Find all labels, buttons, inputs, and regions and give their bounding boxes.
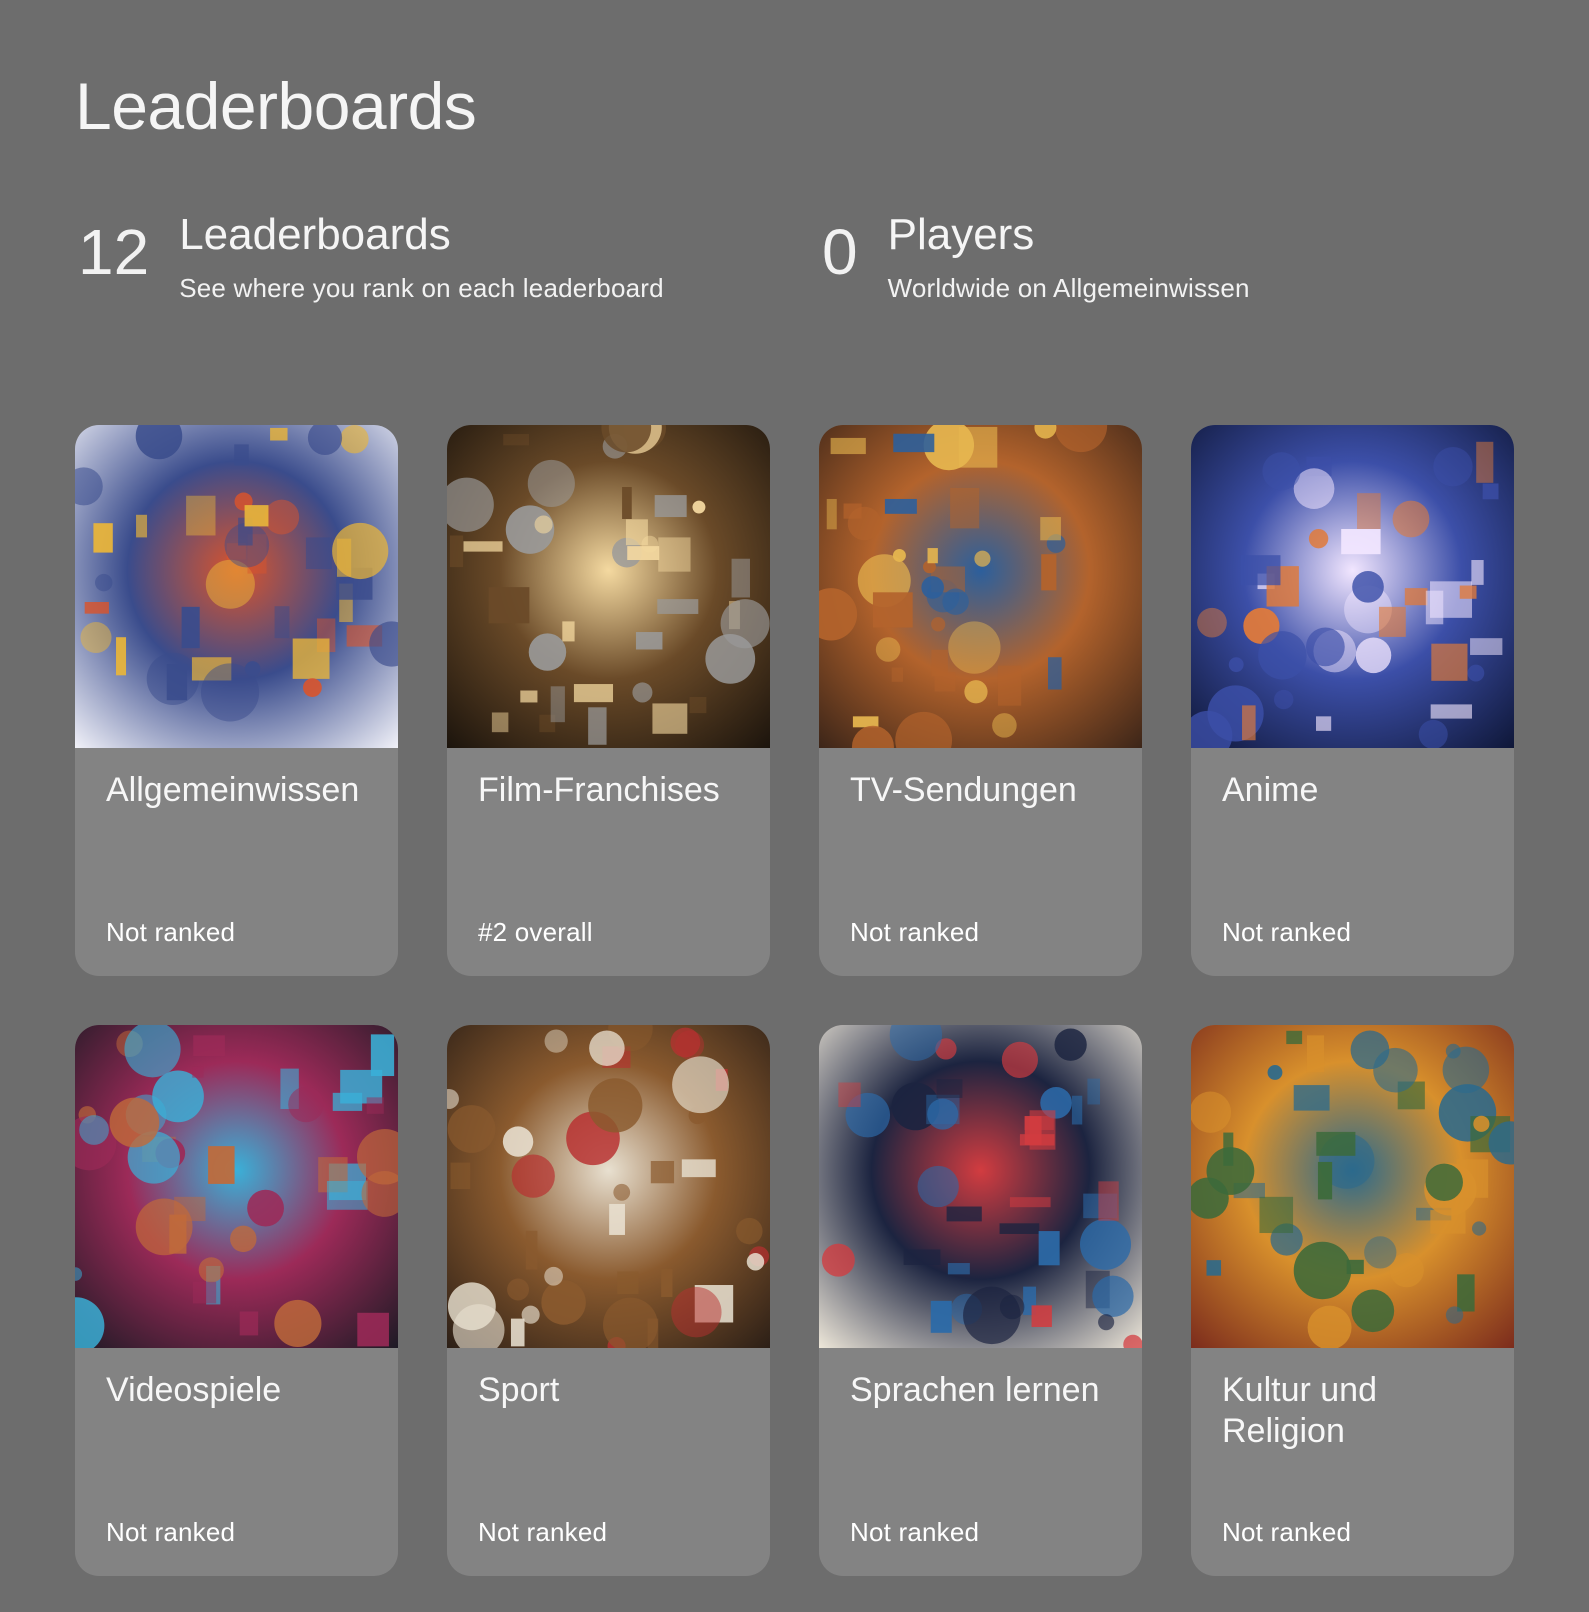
card-rank: Not ranked <box>478 1517 608 1547</box>
card-title: TV-Sendungen <box>850 771 1077 809</box>
page-title: Leaderboards <box>75 69 477 143</box>
card-rank: Not ranked <box>106 917 236 947</box>
anime-characters-image <box>1191 425 1514 748</box>
leaderboard-card-sprachen-lernen[interactable]: Sprachen lernen Not ranked <box>819 1025 1142 1576</box>
card-title: Sport <box>478 1371 560 1409</box>
leaderboard-card-kultur-und-religion[interactable]: Kultur und Religion Not ranked <box>1191 1025 1514 1576</box>
leaderboard-card-allgemeinwissen[interactable]: Allgemeinwissen Not ranked <box>75 425 398 976</box>
culture-religion-mosaic-image <box>1191 1025 1514 1348</box>
leaderboard-card-tv-sendungen[interactable]: TV-Sendungen Not ranked <box>819 425 1142 976</box>
leaderboard-grid: Allgemeinwissen Not ranked Film-Franchis… <box>75 425 1514 1576</box>
card-title: Sprachen lernen <box>850 1371 1100 1409</box>
leaderboards-stat-text: Leaderboards See where you rank on each … <box>179 210 664 304</box>
card-title: Anime <box>1222 771 1319 809</box>
sports-equipment-stadium-image <box>447 1025 770 1348</box>
general-knowledge-collage-image <box>75 425 398 748</box>
leaderboard-card-film-franchises[interactable]: Film-Franchises #2 overall <box>447 425 770 976</box>
gamer-setup-image <box>75 1025 398 1348</box>
film-reels-clapperboard-image <box>447 425 770 748</box>
leaderboard-card-videospiele[interactable]: Videospiele Not ranked <box>75 1025 398 1576</box>
leaderboards-stat-subtitle: See where you rank on each leaderboard <box>179 273 664 303</box>
leaderboards-count: 12 <box>78 216 150 288</box>
players-count: 0 <box>822 216 858 288</box>
leaderboards-stat-label: Leaderboards <box>179 210 451 259</box>
card-title: Film-Franchises <box>478 771 720 809</box>
leaderboard-card-sport[interactable]: Sport Not ranked <box>447 1025 770 1576</box>
language-globe-image <box>819 1025 1142 1348</box>
players-stat-subtitle: Worldwide on Allgemeinwissen <box>887 273 1250 303</box>
card-rank: Not ranked <box>850 1517 980 1547</box>
card-title: Allgemeinwissen <box>106 771 360 809</box>
card-rank: Not ranked <box>1222 1517 1352 1547</box>
players-stat-text: Players Worldwide on Allgemeinwissen <box>888 210 1250 304</box>
players-stat-label: Players <box>887 210 1035 259</box>
card-rank: Not ranked <box>1222 917 1352 947</box>
tv-living-room-image <box>819 425 1142 748</box>
card-title: Kultur und Religion <box>1222 1371 1377 1450</box>
card-rank: #2 overall <box>478 917 593 947</box>
card-rank: Not ranked <box>850 917 980 947</box>
leaderboards-stat: 12 Leaderboards See where you rank on ea… <box>78 210 664 304</box>
card-rank: Not ranked <box>106 1517 236 1547</box>
players-stat: 0 Players Worldwide on Allgemeinwissen <box>822 210 1250 304</box>
card-title: Videospiele <box>106 1371 282 1409</box>
leaderboard-card-anime[interactable]: Anime Not ranked <box>1191 425 1514 976</box>
